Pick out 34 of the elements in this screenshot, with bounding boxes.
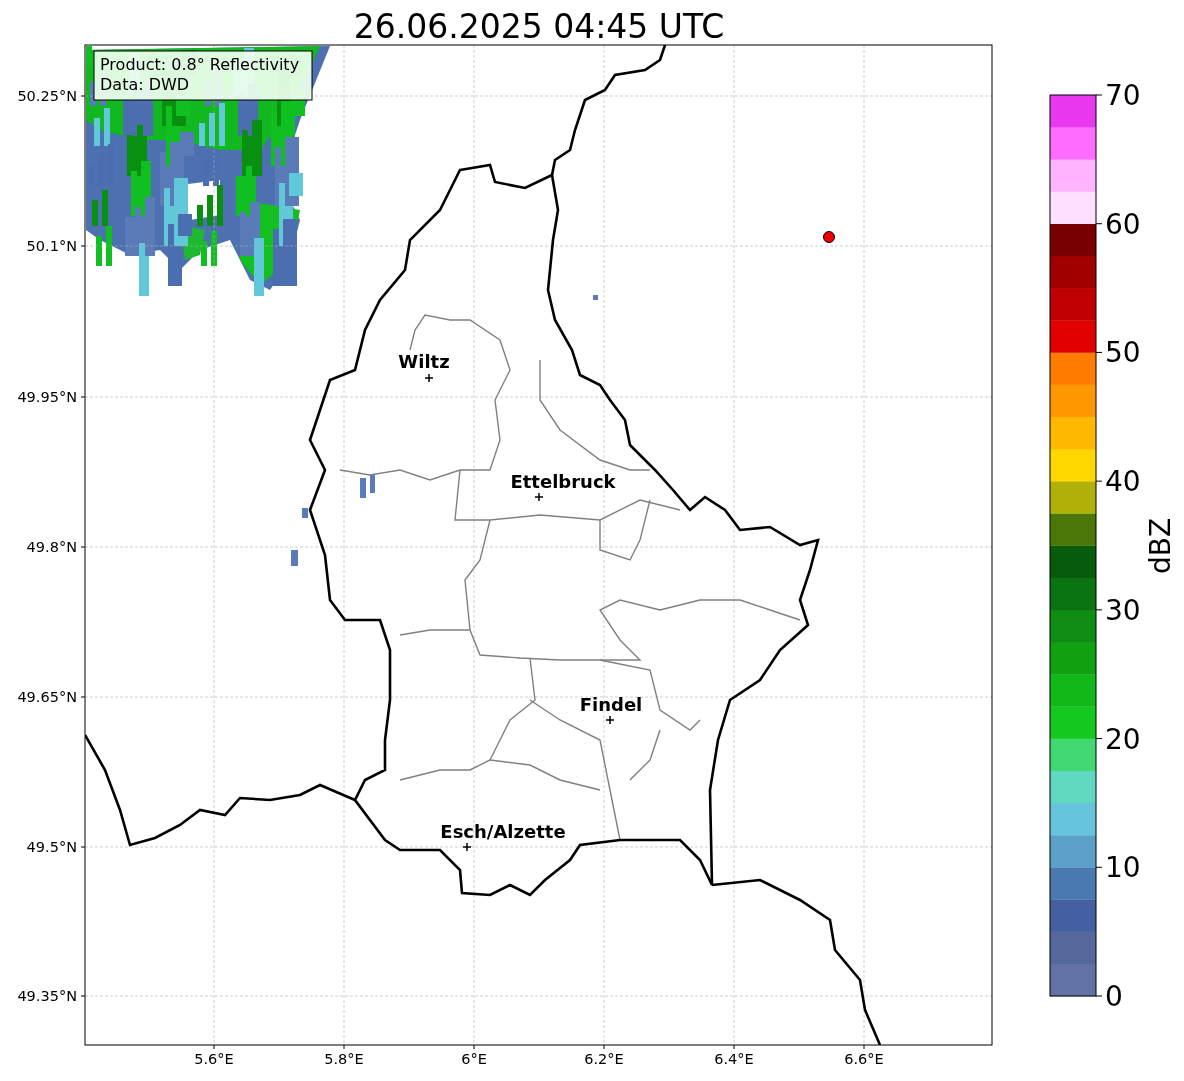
colorbar-tick-label: 40 — [1105, 465, 1141, 499]
axis-tick-label: 49.8°N — [26, 539, 77, 555]
colorbar-tick-label: 30 — [1105, 593, 1141, 627]
city-marker-icon — [424, 373, 434, 383]
axis-tick-label: 5.8°E — [324, 1051, 364, 1067]
axis-tick-label: 49.95°N — [17, 389, 77, 405]
colorbar-label: dBZ — [1144, 517, 1177, 575]
axis-tick-label: 49.35°N — [17, 988, 77, 1004]
axis-tick-label: 6.6°E — [844, 1051, 884, 1067]
colorbar-tick-label: 50 — [1105, 336, 1141, 370]
city-label: Esch/Alzette — [440, 821, 566, 842]
colorbar-tick-label: 10 — [1105, 851, 1141, 885]
colorbar-tick-label: 0 — [1105, 980, 1123, 1013]
city-marker-icon — [534, 492, 544, 502]
axis-tick-label: 5.6°E — [194, 1051, 234, 1067]
city-marker-icon — [462, 842, 472, 852]
city-label: Ettelbruck — [510, 471, 616, 492]
location-dot — [823, 231, 835, 243]
city-label: Findel — [579, 694, 643, 715]
legend-text: Data: DWD — [100, 75, 190, 94]
city-label: Wiltz — [398, 351, 450, 372]
axis-tick-label: 50.1°N — [26, 238, 77, 254]
axis-tick-label: 50.25°N — [17, 88, 77, 104]
axis-tick-label: 49.5°N — [26, 839, 77, 855]
legend-text: Product: 0.8° Reflectivity — [100, 55, 300, 74]
colorbar-tick-label: 70 — [1105, 79, 1141, 112]
colorbar-tick-label: 20 — [1105, 722, 1141, 756]
axis-tick-label: 49.65°N — [17, 689, 77, 705]
colorbar-tick-label: 60 — [1105, 207, 1141, 241]
chart-title: 26.06.2025 04:45 UTC — [353, 7, 725, 46]
axis-tick-label: 6.2°E — [584, 1051, 624, 1067]
city-marker-icon — [605, 715, 615, 725]
axis-tick-label: 6°E — [461, 1051, 487, 1067]
axis-tick-label: 6.4°E — [714, 1051, 754, 1067]
